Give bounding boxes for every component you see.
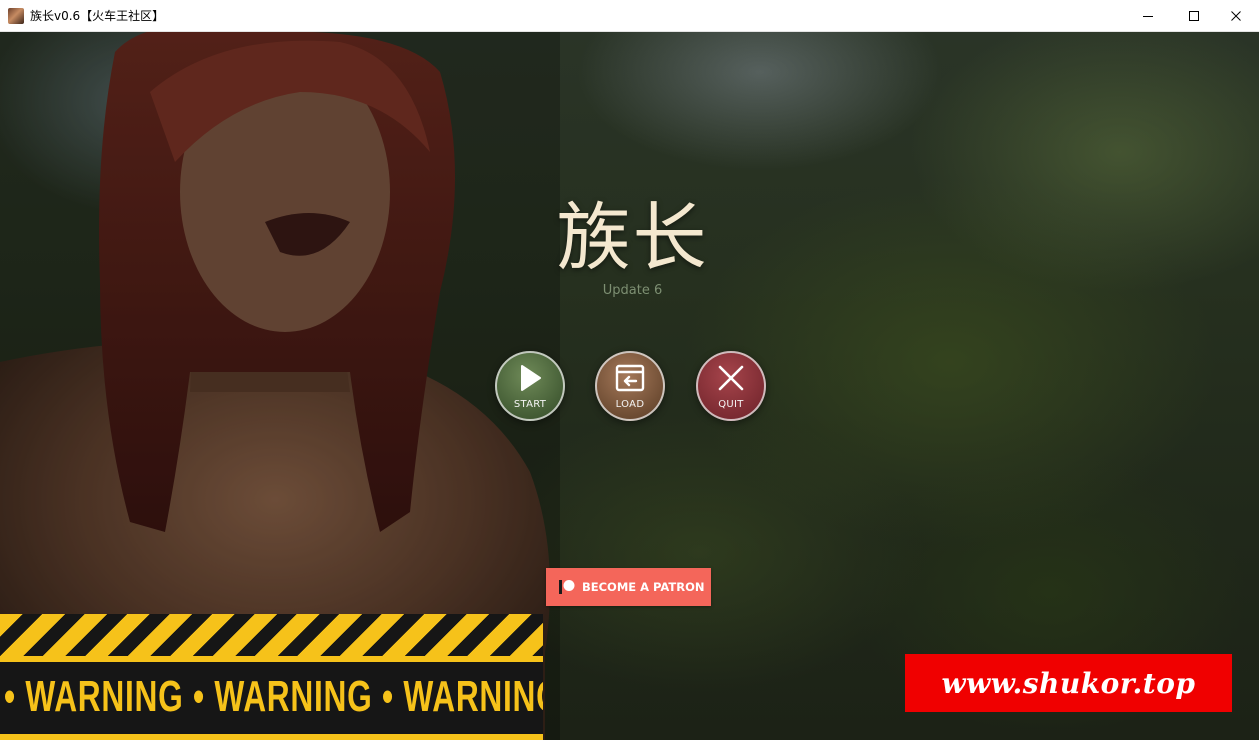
game-window: 族长v0.6【火车王社区】 族长 Update 6 START LOAD QUI… — [0, 0, 1259, 740]
maximize-icon — [1189, 11, 1199, 21]
game-version-subtitle: Update 6 — [602, 283, 663, 298]
watermark: www.shukor.top — [905, 654, 1232, 712]
close-icon — [1231, 11, 1241, 21]
become-patron-button[interactable]: BECOME A PATRON — [546, 568, 711, 606]
minimize-icon — [1143, 16, 1153, 17]
load-button[interactable]: LOAD — [595, 351, 665, 421]
become-patron-label: BECOME A PATRON — [582, 580, 705, 594]
hazard-stripes — [0, 614, 543, 656]
title-bar: 族长v0.6【火车王社区】 — [0, 0, 1259, 32]
window-title: 族长v0.6【火车王社区】 — [30, 9, 165, 23]
quit-button[interactable]: QUIT — [696, 351, 766, 421]
main-menu-scene: 族长 Update 6 START LOAD QUIT BECOME A PAT… — [0, 32, 1259, 740]
minimize-button[interactable] — [1125, 0, 1171, 32]
app-icon — [8, 8, 24, 24]
load-label: LOAD — [615, 399, 645, 410]
patreon-icon — [559, 580, 575, 594]
warning-banner: • WARNING • WARNING • WARNING • WARNI — [0, 614, 543, 740]
start-label: START — [513, 399, 547, 410]
play-icon — [521, 365, 541, 391]
watermark-text: www.shukor.top — [941, 666, 1196, 700]
maximize-button[interactable] — [1171, 0, 1217, 32]
start-button[interactable]: START — [495, 351, 565, 421]
quit-label: QUIT — [718, 399, 744, 410]
game-title: 族长 — [556, 195, 709, 281]
x-icon — [718, 365, 744, 391]
close-button[interactable] — [1213, 0, 1259, 32]
warning-text: • WARNING • WARNING • WARNING • WARNI — [4, 672, 543, 721]
load-icon — [615, 364, 645, 392]
